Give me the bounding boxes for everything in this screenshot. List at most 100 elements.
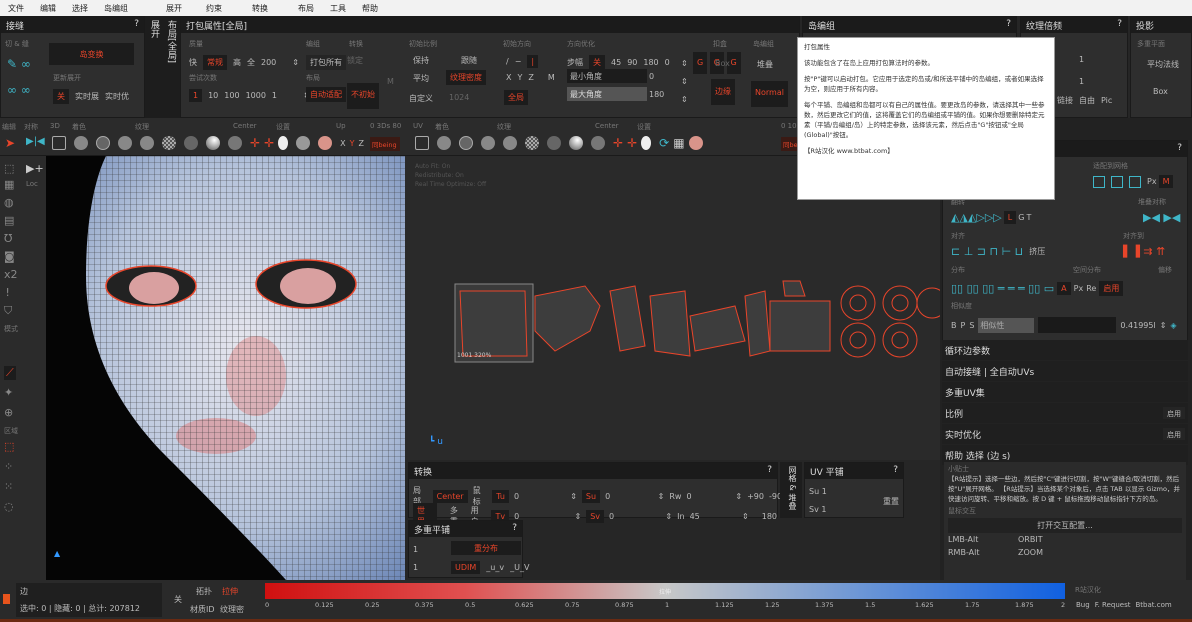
island-mode-icon[interactable]: ⬚	[4, 440, 14, 453]
axis-y[interactable]: Y	[517, 73, 522, 82]
x2-button[interactable]: x2	[4, 268, 18, 281]
display-icon[interactable]	[296, 136, 311, 150]
up-z[interactable]: Z	[359, 139, 364, 148]
s-button[interactable]: S	[969, 321, 974, 330]
menu-help[interactable]: 帮助	[362, 3, 378, 14]
realtime-enable-button[interactable]: 启用	[1163, 428, 1185, 440]
tries-1000[interactable]: 1000	[246, 91, 266, 100]
lasso-icon[interactable]: ⁘	[4, 460, 13, 473]
uv-env-icon[interactable]	[591, 136, 605, 150]
uv-wire-icon[interactable]	[459, 136, 473, 150]
mirror-icon[interactable]: ▶|◀	[26, 136, 45, 147]
tab-grid-stack[interactable]: 网格 & 堆叠	[780, 462, 802, 518]
tu-field[interactable]: 0	[514, 492, 565, 501]
section-loop-edge[interactable]: 循环边参数	[942, 340, 1188, 361]
menu-constrain[interactable]: 约束	[206, 3, 222, 14]
center-bbox-icon[interactable]: ✛	[264, 136, 274, 150]
edge-mode-icon[interactable]: ⟋	[4, 366, 16, 380]
pin-icon[interactable]: ǃ	[6, 286, 9, 299]
shade-wire-solid-icon[interactable]	[118, 136, 132, 150]
3d-viewport[interactable]: ▲	[46, 156, 405, 580]
box-select-icon[interactable]: ⬚	[4, 162, 14, 175]
color-icon[interactable]	[318, 136, 333, 150]
g-button-step[interactable]: G	[693, 52, 708, 74]
tab-layout[interactable]: 布局[全局]	[165, 20, 178, 63]
realtime-opt-button[interactable]: 实时优	[105, 91, 129, 102]
dir-horizontal[interactable]: −	[515, 57, 522, 66]
tries-1[interactable]: 1	[189, 89, 203, 102]
lasso2-icon[interactable]: ⁙	[4, 480, 13, 493]
offset-enable-button[interactable]: 启用	[1099, 281, 1124, 296]
uv-matcap-icon[interactable]	[569, 136, 583, 150]
px-offset-button[interactable]: Px	[1074, 284, 1084, 293]
uv-tex-none-icon[interactable]	[503, 136, 517, 150]
l-button[interactable]: L	[1003, 211, 1017, 224]
bug-link[interactable]: Bug	[1076, 601, 1090, 609]
uv-center-pivot-icon[interactable]: ✛	[613, 136, 623, 150]
m-button[interactable]: M	[1158, 175, 1174, 188]
feature-request-link[interactable]: F. Request	[1095, 601, 1131, 609]
free-button[interactable]: 自由	[1079, 95, 1095, 106]
menu-select[interactable]: 选择	[72, 3, 88, 14]
global-button[interactable]: 全局	[504, 90, 528, 105]
similarity-track[interactable]	[1038, 317, 1117, 333]
similarity-slider[interactable]: 相似性	[978, 317, 1035, 333]
uv-wire-solid-icon[interactable]	[481, 136, 495, 150]
island-transform-button[interactable]: 岛变换	[49, 43, 134, 65]
stack-sym-icon[interactable]: ▶◀ ▶◀	[1143, 211, 1180, 224]
up-x[interactable]: X	[340, 139, 345, 148]
average-button[interactable]: 平均	[413, 73, 429, 84]
weld-tool-icon[interactable]: ∞ ∞	[7, 83, 31, 97]
section-scale[interactable]: 比例 启用	[942, 403, 1188, 424]
g-button[interactable]: G	[1018, 213, 1024, 222]
status-off-button[interactable]: 关	[174, 594, 182, 605]
vertex-mode-icon[interactable]: ✦	[4, 386, 13, 399]
center-pivot-icon[interactable]: ✛	[250, 136, 260, 150]
quality-fast[interactable]: 快	[189, 57, 197, 68]
section-realtime-opt[interactable]: 实时优化 启用	[942, 424, 1188, 445]
menu-unfold[interactable]: 展开	[166, 3, 182, 14]
uv-lower-button[interactable]: _u_v	[486, 563, 504, 572]
px-button[interactable]: Px	[1147, 177, 1157, 186]
uv-checker-icon[interactable]	[525, 136, 539, 150]
uv-grid-icon[interactable]: ▦	[673, 136, 684, 150]
dir-diag[interactable]: /	[506, 57, 509, 66]
step-off-button[interactable]: 关	[589, 55, 605, 70]
menu-island-group[interactable]: 岛编组	[104, 3, 128, 14]
axis-x[interactable]: X	[506, 73, 511, 82]
min-angle-field[interactable]: 最小角度	[567, 69, 647, 83]
pack-all-button[interactable]: 打包所有	[306, 55, 346, 70]
update-off-button[interactable]: 关	[53, 89, 69, 104]
tries-10[interactable]: 10	[208, 91, 218, 100]
normal-mode-button[interactable]: Normal	[751, 81, 788, 107]
menu-edit[interactable]: 编辑	[40, 3, 56, 14]
min-angle-value[interactable]: 0	[649, 72, 654, 81]
uv-color-icon[interactable]	[688, 136, 703, 150]
checker-icon[interactable]	[162, 136, 176, 150]
mirror-add-icon[interactable]: ▶+	[26, 162, 44, 175]
tries-100[interactable]: 100	[224, 91, 239, 100]
box-button[interactable]: Box	[715, 59, 730, 68]
uv-center-bbox-icon[interactable]: ✛	[627, 136, 637, 150]
tab-unfold[interactable]: 展开	[148, 20, 161, 38]
sv-field[interactable]: 0	[609, 512, 660, 521]
menu-tools[interactable]: 工具	[330, 3, 346, 14]
tile-su-field[interactable]: Su 1	[809, 487, 827, 496]
t-button[interactable]: T	[1026, 213, 1031, 222]
stack-button[interactable]: 堆叠	[757, 59, 773, 70]
light-icon[interactable]	[278, 136, 289, 150]
lock-button[interactable]: 锁定	[347, 55, 363, 66]
quality-all[interactable]: 全	[247, 57, 255, 68]
uv-upper-button[interactable]: _U_V	[510, 563, 529, 572]
auto-fit-button[interactable]: 自动适配	[306, 87, 346, 102]
max-angle-slider[interactable]: 最大角度	[567, 87, 647, 101]
uv-light-icon[interactable]	[641, 136, 652, 150]
uv-shade-icon[interactable]	[437, 136, 451, 150]
in-field[interactable]: 45	[690, 512, 737, 521]
section-multi-uv[interactable]: 多重UV集	[942, 382, 1188, 403]
no-init-button[interactable]: 不初始	[347, 83, 379, 109]
sphere-grid-icon[interactable]: ◍	[4, 196, 14, 209]
shield-icon[interactable]: ⛉	[4, 304, 12, 318]
link-button[interactable]: 链接	[1057, 95, 1073, 106]
site-link[interactable]: Btbat.com	[1135, 601, 1171, 609]
